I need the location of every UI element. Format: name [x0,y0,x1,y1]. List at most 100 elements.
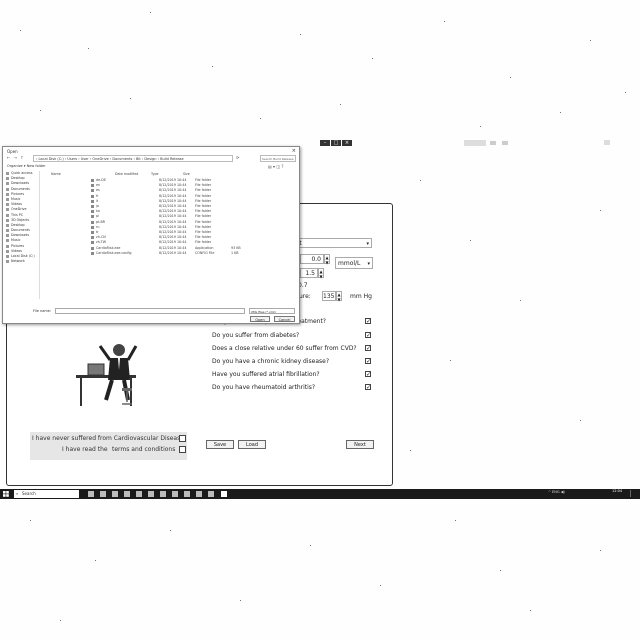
filetype-select[interactable]: XML files (*.xml) [249,308,295,314]
folder-icon [6,239,9,243]
folder-icon [6,203,9,207]
file-icon [91,251,94,255]
folder-icon [91,184,94,188]
maximize-button[interactable]: □ [331,140,341,146]
view-options-icon[interactable]: ▤ ▾ ◫ ? [268,164,284,169]
column-size[interactable]: Size [183,172,190,176]
filename-label: File name: [33,309,52,313]
nav-item-label: Quick access [11,171,33,175]
folder-icon [6,213,9,217]
taskbar-app-icon[interactable] [124,491,130,497]
system-tray[interactable]: ^ ENG ◀) [548,490,565,494]
taskbar-app-icon[interactable] [208,491,214,497]
folder-icon [6,182,9,186]
next-button[interactable]: Next [346,440,374,449]
file-row[interactable]: CardioRisk.exe.config 8/12/2019 10:44 CONF… [91,251,341,256]
taskbar: ⌕ Search ^ ENG ◀) 12:04 [0,489,640,499]
clock-time: 12:04 [612,489,623,493]
minimize-button[interactable]: – [320,140,330,146]
taskbar-search[interactable]: ⌕ Search [14,490,79,498]
nav-item-label: Pictures [11,243,25,248]
never-cvd-checkbox[interactable] [179,435,186,442]
folder-icon [6,244,9,248]
kidney-checkbox[interactable]: ✓ [365,358,371,365]
nav-item-label: Desktop [11,176,25,181]
taskbar-app-icon[interactable] [172,491,178,497]
taskbar-clock[interactable]: 12:04 [612,489,622,494]
folder-icon [6,234,9,238]
taskbar-app-icon[interactable] [136,491,142,497]
search-icon: ⌕ [16,491,19,496]
bp-spinner[interactable]: ▲ ▼ [336,291,342,302]
nav-item-label: Local Disk (C:) [11,254,35,258]
column-date[interactable]: Date modified [115,172,138,176]
unit-select[interactable]: mmol/L ▾ [335,257,373,269]
taskbar-app-icon[interactable] [184,491,190,497]
filename-input[interactable] [55,308,245,314]
nav-item-label: Downloads [11,233,30,238]
taskbar-search-text: Search [22,491,36,496]
nav-item-label: Videos [11,202,22,207]
question-afib: Have you suffered atrial fibrillation? [212,371,320,378]
bp-treatment-checkbox[interactable]: ✓ [365,318,371,325]
nav-item-label: 3D Objects [11,217,30,222]
app-window-controls: – □ × [319,140,352,146]
background-window-icon [502,141,508,145]
arthritis-checkbox[interactable]: ✓ [365,384,371,391]
dialog-close-icon[interactable]: × [292,148,296,154]
folder-icon [91,210,94,214]
folder-icon [91,241,94,245]
afib-checkbox[interactable]: ✓ [365,371,371,378]
nav-item-label: OneDrive [11,207,27,212]
dialog-search-input[interactable]: Search Build Release [260,155,296,162]
bp-input[interactable]: 135 [322,291,336,301]
taskbar-app-icon[interactable] [112,491,118,497]
folder-icon [6,249,9,253]
folder-icon [6,260,9,264]
taskbar-app-icon[interactable] [196,491,202,497]
taskbar-app-icon[interactable] [100,491,106,497]
nav-item[interactable]: Network [5,259,39,264]
relative-cvd-checkbox[interactable]: ✓ [365,345,371,352]
column-type[interactable]: Type [151,172,159,176]
organize-menu[interactable]: Organize ▾ New folder [7,164,46,168]
taskbar-app-icon[interactable] [160,491,166,497]
hdl-spinner[interactable]: ▲ ▼ [318,268,324,279]
terms-checkbox[interactable] [179,446,186,453]
question-relative-cvd: Does a close relative under 60 suffer fr… [212,345,357,352]
nav-item-label: Network [11,259,25,264]
load-button[interactable]: Load [238,440,266,449]
background-window-icon [604,140,610,145]
file-date: 8/12/2019 10:44 [159,250,187,255]
background-window-icon [490,141,496,145]
folder-icon [91,225,94,229]
column-name[interactable]: Name [51,172,61,176]
nav-item-label: Documents [11,186,30,191]
terms-prefix: I have read the [62,446,108,453]
taskview-icon[interactable] [88,491,94,497]
question-kidney: Do you have a chronic kidney disease? [212,358,329,365]
background-window-tab [464,140,486,146]
file-type: CONFIG File [195,250,215,255]
windows-start-icon[interactable] [3,491,9,497]
refresh-icon[interactable]: ⟳ [236,155,239,160]
folder-icon [91,199,94,203]
open-file-dialog: Open × ← → ↑ › Local Disk (C:) › Users ›… [2,146,300,324]
notification-icon[interactable] [630,490,637,497]
hdl-input[interactable]: 1.5 [300,268,318,278]
folder-icon [91,215,94,219]
taskbar-app-icon[interactable] [148,491,154,497]
nav-arrows[interactable]: ← → ↑ [7,155,25,160]
terms-link[interactable]: terms and conditions [112,446,175,453]
taskbar-active-app-icon[interactable] [221,491,227,497]
close-button[interactable]: × [342,140,352,146]
nav-item-label: This PC [11,212,24,217]
address-bar[interactable]: › Local Disk (C:) › Users › User › OneDr… [33,155,233,162]
nav-item-label: Videos [11,248,22,253]
cancel-button[interactable]: Cancel [274,316,295,322]
diabetes-checkbox[interactable]: ✓ [365,332,371,339]
folder-icon [6,255,9,258]
navigation-pane: Quick access Desktop Downloads Documents Pic… [5,171,40,299]
save-button[interactable]: Save [206,440,234,449]
open-button[interactable]: Open [250,316,270,322]
